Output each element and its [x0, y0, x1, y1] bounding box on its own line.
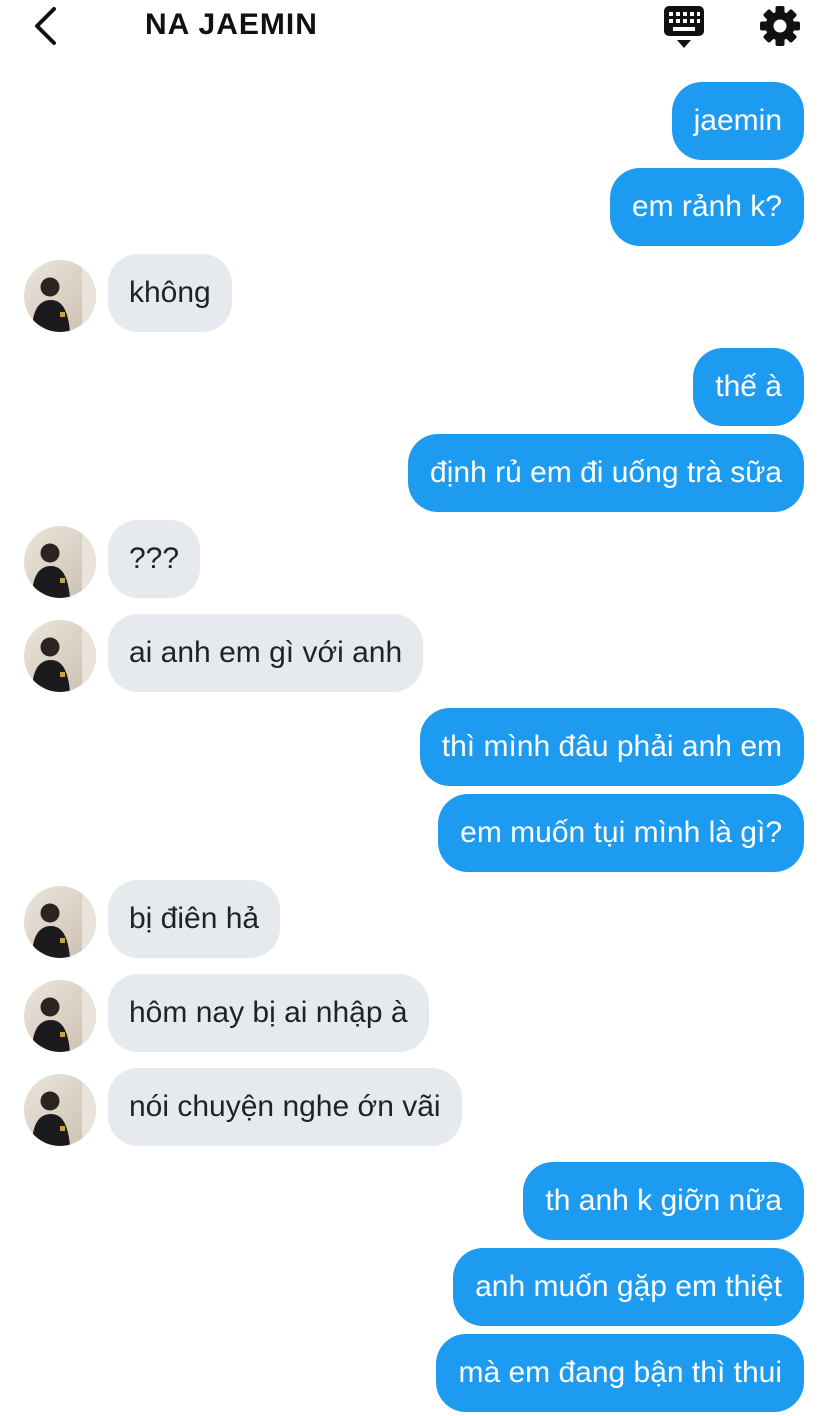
contact-avatar[interactable]: [24, 886, 96, 958]
received-message[interactable]: ???: [108, 520, 201, 598]
chevron-left-icon: [35, 7, 56, 45]
received-message[interactable]: hôm nay bị ai nhập à: [108, 974, 429, 1052]
sent-message[interactable]: anh muốn gặp em thiệt: [453, 1248, 804, 1326]
received-message[interactable]: ai anh em gì với anh: [108, 614, 424, 692]
person-silhouette-icon: [32, 980, 96, 1052]
person-silhouette-icon: [32, 260, 96, 332]
sent-message[interactable]: định rủ em đi uống trà sữa: [408, 434, 804, 512]
received-message[interactable]: không: [108, 254, 232, 332]
sent-message[interactable]: thì mình đâu phải anh em: [419, 708, 804, 786]
contact-avatar[interactable]: [24, 620, 96, 692]
settings-button[interactable]: [758, 4, 802, 48]
person-silhouette-icon: [32, 620, 96, 692]
received-message[interactable]: bị điên hả: [108, 880, 281, 958]
received-message[interactable]: nói chuyện nghe ớn vãi: [108, 1068, 462, 1146]
back-button[interactable]: [26, 4, 66, 48]
contact-avatar[interactable]: [24, 260, 96, 332]
sent-message[interactable]: thế à: [693, 348, 804, 426]
contact-avatar[interactable]: [24, 526, 96, 598]
person-silhouette-icon: [32, 526, 96, 598]
contact-avatar[interactable]: [24, 1074, 96, 1146]
person-silhouette-icon: [32, 1074, 96, 1146]
gear-icon: [760, 6, 800, 46]
sent-message[interactable]: th anh k giỡn nữa: [523, 1162, 804, 1240]
sent-message[interactable]: jaemin: [671, 82, 804, 160]
sent-message[interactable]: em muốn tụi mình là gì?: [438, 794, 804, 872]
sent-message[interactable]: mà em đang bận thì thui: [436, 1334, 804, 1412]
contact-avatar[interactable]: [24, 980, 96, 1052]
person-silhouette-icon: [32, 886, 96, 958]
chat-header: NA JAEMIN: [0, 0, 828, 56]
keyboard-button[interactable]: [662, 4, 706, 50]
sent-message[interactable]: em rảnh k?: [609, 168, 804, 246]
chat-title: NA JAEMIN: [145, 8, 318, 41]
keyboard-icon: [664, 6, 704, 48]
